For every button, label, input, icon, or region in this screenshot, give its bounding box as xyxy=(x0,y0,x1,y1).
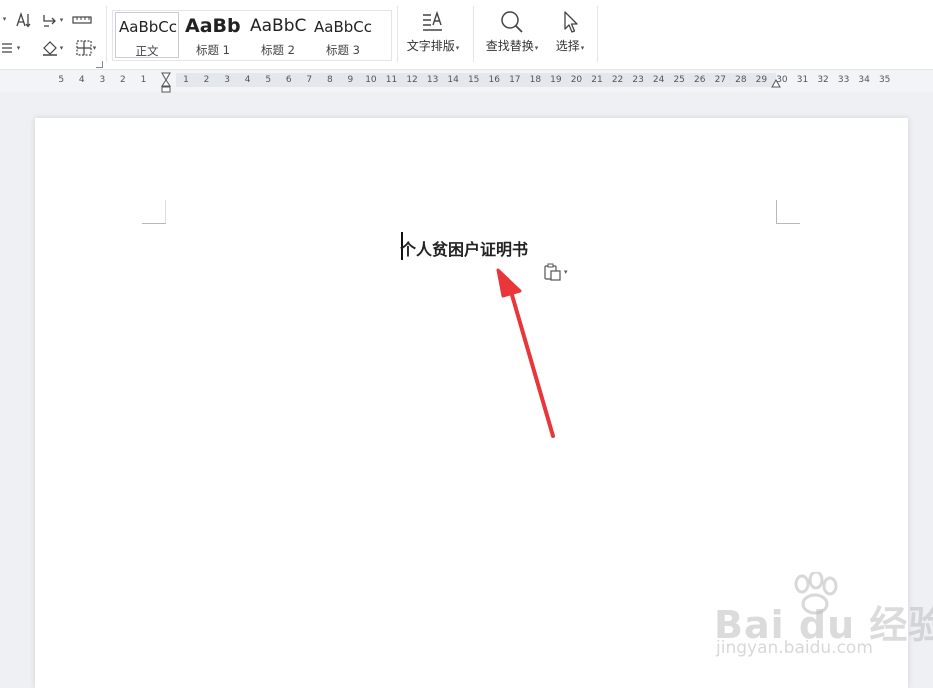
baidu-watermark: Bai du 经验 jingyan.baidu.com xyxy=(714,572,933,662)
watermark-url: jingyan.baidu.com xyxy=(716,638,873,658)
